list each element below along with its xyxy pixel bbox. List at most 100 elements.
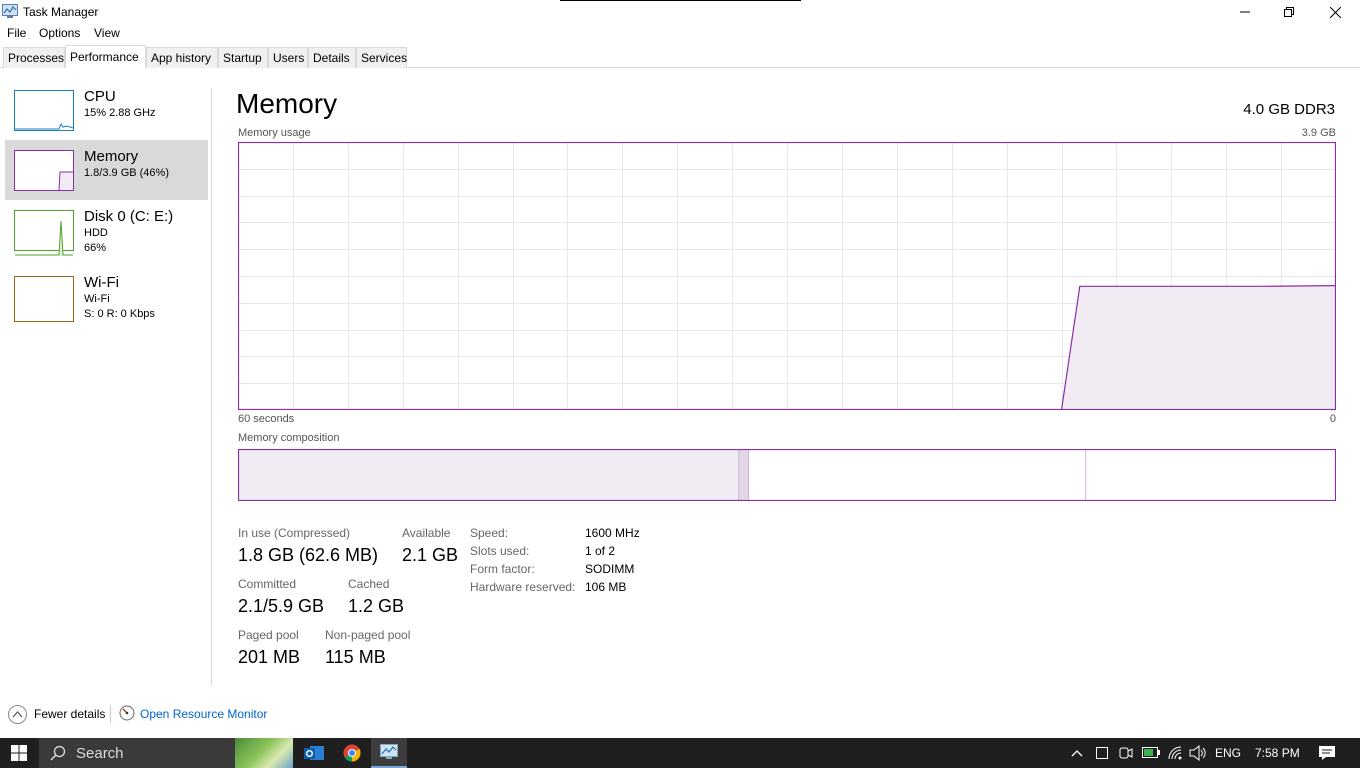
sidebar-item-memory[interactable]: Memory 1.8/3.9 GB (46%): [5, 140, 208, 200]
available-value: 2.1 GB: [402, 545, 459, 565]
cached-label: Cached: [348, 577, 390, 591]
chevron-up-icon[interactable]: [8, 705, 27, 724]
restore-button[interactable]: [1266, 0, 1312, 24]
sidebar-item-detail: 1.8/3.9 GB (46%): [84, 167, 169, 179]
cpu-thumbnail-graph: [14, 90, 74, 131]
slots-used-label: Slots used:: [470, 544, 530, 558]
footer-divider: [110, 705, 111, 723]
menu-view[interactable]: View: [94, 26, 120, 40]
windows-logo-icon: [11, 745, 27, 761]
page-title: Memory: [236, 88, 338, 119]
wifi-thumbnail-graph: [14, 276, 74, 322]
restore-icon: [1284, 7, 1294, 17]
non-paged-pool-label: Non-paged pool: [325, 628, 411, 642]
close-button[interactable]: [1312, 0, 1358, 24]
paged-pool-value: 201 MB: [238, 647, 301, 667]
menu-file[interactable]: File: [7, 26, 26, 40]
task-manager-icon: [380, 744, 398, 759]
minimize-button[interactable]: [1222, 0, 1268, 24]
sidebar-item-wifi[interactable]: Wi-Fi Wi-Fi S: 0 R: 0 Kbps: [5, 266, 208, 326]
non-paged-pool-value: 115 MB: [325, 647, 386, 667]
paged-pool-label: Paged pool: [238, 628, 299, 642]
meet-now-icon[interactable]: [1118, 745, 1134, 761]
tab-bar: Processes Performance App history Startu…: [0, 45, 1360, 68]
resource-monitor-icon[interactable]: [119, 705, 135, 721]
memory-composition-chart: [237, 448, 1337, 502]
sidebar-item-detail: HDD: [84, 227, 108, 239]
battery-charging-icon[interactable]: [1142, 747, 1160, 759]
available-label: Available: [402, 526, 451, 540]
graph-time-start: 60 seconds: [238, 413, 295, 425]
open-resource-monitor-link[interactable]: Open Resource Monitor: [140, 707, 267, 721]
composition-in-use: [238, 449, 739, 501]
tab-processes[interactable]: Processes: [3, 47, 65, 68]
menu-bar: File Options View: [0, 24, 1360, 44]
taskbar-outlook[interactable]: [296, 738, 332, 768]
sidebar-item-detail: 15% 2.88 GHz: [84, 107, 156, 119]
cached-value: 1.2 GB: [348, 596, 405, 616]
taskbar-clock[interactable]: 7:58 PM: [1255, 746, 1300, 760]
committed-value: 2.1/5.9 GB: [238, 596, 325, 616]
disk-thumbnail-graph: [14, 210, 74, 256]
show-hidden-icons-chevron-icon[interactable]: [1071, 748, 1083, 758]
hardware-reserved-label: Hardware reserved:: [470, 580, 576, 594]
hardware-reserved-value: 106 MB: [585, 580, 627, 594]
memory-usage-area: [1061, 285, 1336, 410]
window-title: Task Manager: [23, 5, 99, 19]
input-language[interactable]: ENG: [1215, 746, 1241, 760]
tab-services[interactable]: Services: [356, 47, 407, 68]
title-strip: [560, 0, 801, 1]
sidebar-item-title: Memory: [84, 148, 139, 165]
composition-modified: [738, 449, 749, 501]
outlook-icon: [304, 746, 324, 760]
taskbar-chrome[interactable]: [334, 738, 370, 768]
taskbar-search-box[interactable]: Search: [39, 738, 293, 768]
form-factor-label: Form factor:: [470, 562, 535, 576]
search-highlight-image: [235, 738, 293, 768]
in-use-label: In use (Compressed): [238, 526, 351, 540]
title-bar: Task Manager: [0, 0, 1360, 24]
taskbar: Search ENG 7:58 PM: [0, 738, 1360, 768]
sidebar-item-title: CPU: [84, 88, 116, 105]
tab-performance[interactable]: Performance: [65, 45, 146, 68]
speed-label: Speed:: [470, 526, 509, 540]
usage-graph-label: Memory usage: [238, 127, 311, 139]
minimize-icon: [1240, 11, 1250, 13]
tab-users[interactable]: Users: [268, 47, 308, 68]
tab-details[interactable]: Details: [308, 47, 356, 68]
memory-usage-chart: [237, 141, 1337, 411]
sidebar-item-title: Disk 0 (C: E:): [84, 208, 174, 225]
memory-thumbnail-graph: [14, 150, 74, 191]
search-icon: [50, 745, 66, 761]
usage-graph-max: 3.9 GB: [1301, 127, 1336, 139]
sidebar-item-title: Wi-Fi: [84, 274, 119, 291]
in-use-value: 1.8 GB (62.6 MB): [238, 545, 379, 565]
sidebar-item-detail-2: 66%: [84, 242, 107, 254]
sidebar-item-disk[interactable]: Disk 0 (C: E:) HDD 66%: [5, 200, 208, 260]
notes-icon[interactable]: [1095, 746, 1109, 760]
memory-composition-bar: [237, 448, 1337, 502]
chrome-icon: [343, 744, 361, 762]
sidebar-item-detail-2: S: 0 R: 0 Kbps: [84, 308, 155, 320]
wifi-icon[interactable]: [1167, 745, 1183, 761]
task-manager-app-icon: [2, 4, 18, 19]
start-button[interactable]: [0, 738, 38, 768]
tab-app-history[interactable]: App history: [146, 47, 218, 68]
speed-value: 1600 MHz: [585, 526, 640, 540]
composition-label: Memory composition: [238, 432, 340, 444]
committed-label: Committed: [238, 577, 297, 591]
menu-options[interactable]: Options: [39, 26, 80, 40]
sidebar-divider: [211, 88, 212, 686]
volume-icon[interactable]: [1189, 745, 1207, 761]
memory-usage-graph: [237, 141, 1337, 411]
close-icon: [1329, 6, 1341, 18]
sidebar-item-cpu[interactable]: CPU 15% 2.88 GHz: [5, 80, 208, 140]
fewer-details-link[interactable]: Fewer details: [34, 707, 105, 721]
tab-startup[interactable]: Startup: [218, 47, 268, 68]
search-placeholder: Search: [76, 745, 124, 762]
slots-used-value: 1 of 2: [585, 544, 616, 558]
footer-bar: Fewer details Open Resource Monitor: [0, 700, 1360, 728]
taskbar-task-manager[interactable]: [371, 738, 407, 768]
performance-sidebar: CPU 15% 2.88 GHz Memory 1.8/3.9 GB (46%)…: [0, 80, 210, 687]
action-center-icon[interactable]: [1318, 745, 1336, 761]
